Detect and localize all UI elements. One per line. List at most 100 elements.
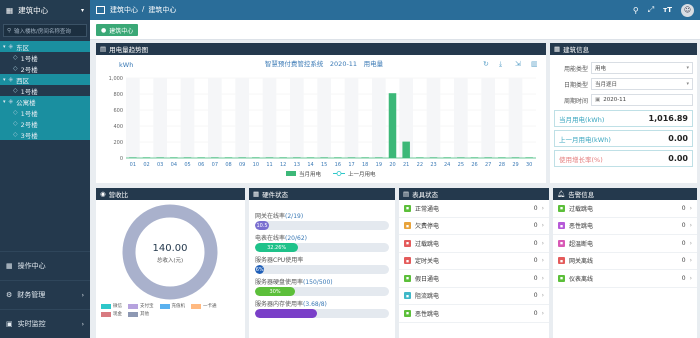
calendar-icon: ■ [404, 274, 411, 282]
legend-item[interactable]: 支付宝 [128, 303, 154, 309]
tab-label: 建筑中心 [109, 27, 134, 35]
status-item[interactable]: ■ 阻流跳电 0 › [399, 288, 549, 305]
status-item[interactable]: ■ 恶性跳电 0 › [399, 305, 549, 323]
building-tree: ▾ ◈ 东区 ◇ 1号楼 ◇ 2号楼 ▾ ◈ 西区 ◇ 1号楼 ▾ ◈ 公寓楼 ◇ 1号楼 ◇ 2号楼 ◇ 3号楼 [0, 41, 90, 140]
export-icon[interactable]: ⇲ [515, 60, 521, 68]
status-item[interactable]: ■ 定时关电 0 › [399, 253, 549, 270]
status-count: 0 [681, 222, 686, 230]
font-size-icon[interactable]: тT [663, 6, 672, 14]
revenue-ratio-panel: ◉ 营收比 140.00 总收入(元) 微信 支付宝 充值机 一卡通 现金 其他 [96, 188, 245, 338]
progress-bar: 30% [255, 287, 389, 296]
status-item[interactable]: ■ 过载跳电 0 › [399, 235, 549, 253]
period-time-value: 2020-11 [603, 97, 627, 103]
legend-swatch [159, 303, 170, 309]
status-label: 假日通电 [415, 275, 440, 283]
progress-fill: 6% [255, 265, 265, 274]
x-tick-label: 25 [458, 162, 464, 168]
legend-item[interactable]: 其他 [128, 311, 149, 317]
tab-building-center[interactable]: ● 建筑中心 [96, 24, 139, 36]
legend-item[interactable]: 充值机 [159, 303, 185, 309]
sidebar-header[interactable]: ▦ 建筑中心 ▾ [0, 0, 90, 20]
x-tick-label: 23 [430, 162, 436, 168]
status-item[interactable]: ■ 恶性跳电 0 › [553, 218, 697, 235]
hardware-name: 网关在线率 [255, 213, 286, 220]
tree-node[interactable]: ◇ 3号楼 [0, 129, 90, 140]
breadcrumb-item[interactable]: 建筑中心 [110, 5, 138, 15]
y-tick-label: 0 [120, 156, 123, 162]
folder-icon: ◈ [8, 43, 14, 50]
progress-bar: 32.26% [255, 243, 389, 252]
sidebar-menu-item[interactable]: ▣ 实时监控 › [0, 309, 90, 338]
period-time-row: 周期时间 ▣ 2020-11 [554, 93, 693, 107]
sidebar-menu-item[interactable]: ⚙ 财务管理 › [0, 280, 90, 309]
legend-item[interactable]: 现金 [101, 311, 122, 317]
overload-icon: ■ [558, 204, 565, 212]
legend-item[interactable]: 一卡通 [191, 303, 217, 309]
legend-item[interactable]: 微信 [101, 303, 122, 309]
status-item[interactable]: ■ 正常通电 0 › [399, 200, 549, 218]
refresh-icon[interactable]: ↻ [483, 60, 489, 68]
status-item[interactable]: ■ 过载跳电 0 › [553, 200, 697, 218]
chevron-right-icon: › [81, 291, 84, 299]
tree-node[interactable]: ◇ 2号楼 [0, 63, 90, 74]
bar [265, 157, 274, 158]
chevron-down-icon: ▾ [3, 43, 6, 50]
meter-icon: ■ [558, 274, 565, 282]
tree-node[interactable]: ◇ 1号楼 [0, 52, 90, 63]
column-band [317, 78, 331, 158]
stat-value: 0.00 [668, 134, 688, 143]
status-item[interactable]: ■ 网关离线 0 › [553, 253, 697, 270]
chart-toolbar-title: 智慧预付费管控系统 2020-11 用电量 [265, 59, 384, 68]
column-band [290, 78, 304, 158]
status-item[interactable]: ■ 仪表离线 0 › [553, 270, 697, 288]
grid-icon: ▦ [6, 262, 13, 270]
hardware-count: (3.68/8) [303, 301, 327, 308]
chevron-right-icon: › [541, 292, 544, 300]
tree-node[interactable]: ◇ 2号楼 [0, 118, 90, 129]
alarm-list: ■ 过载跳电 0 › ■ 恶性跳电 0 › ■ 超温断电 0 › ■ 网关离线 0 › ■ 仪表离线 0 › [553, 200, 697, 288]
status-label: 超温断电 [569, 240, 594, 248]
chevron-right-icon: › [541, 204, 544, 212]
chevron-right-icon: › [541, 309, 544, 317]
panel-title: 用电量趋势图 [109, 46, 149, 54]
yen-icon: ■ [404, 222, 411, 230]
status-label: 仪表离线 [569, 275, 594, 283]
status-item[interactable]: ■ 超温断电 0 › [553, 235, 697, 253]
menu-toggle-icon[interactable] [96, 6, 105, 14]
building-search-input[interactable]: ⚲ 输入楼栋/房间名称查询 [3, 24, 87, 37]
x-tick-label: 21 [403, 162, 409, 168]
column-band [262, 78, 277, 158]
bar [170, 157, 178, 158]
bar [197, 157, 205, 158]
fullscreen-icon[interactable]: ⤢ [648, 5, 654, 15]
sidebar-menu-item[interactable]: ▦ 操作中心 [0, 251, 90, 280]
progress-bar: 10.5 [255, 221, 389, 230]
x-tick-label: 05 [184, 162, 190, 168]
tree-node[interactable]: ◇ 1号楼 [0, 107, 90, 118]
status-item[interactable]: ■ 假日通电 0 › [399, 270, 549, 288]
sidebar-menu-label: 财务管理 [17, 291, 46, 299]
tree-node[interactable]: ▾ ◈ 东区 [0, 41, 90, 52]
hardware-item: 网关在线率(2/19) 10.5 [255, 211, 389, 230]
y-tick-label: 800 [113, 92, 123, 98]
status-item[interactable]: ■ 欠费停电 0 › [399, 218, 549, 235]
bar [429, 157, 438, 158]
tree-node[interactable]: ▾ ◈ 公寓楼 [0, 96, 90, 107]
search-icon[interactable]: ⚲ [633, 6, 639, 15]
building-icon: ▦ [6, 5, 14, 15]
legend-swatch [101, 303, 111, 309]
period-time-input[interactable]: ▣ 2020-11 [591, 94, 693, 106]
tree-node[interactable]: ▾ ◈ 西区 [0, 74, 90, 85]
x-tick-label: 17 [348, 162, 354, 168]
bar-chart-icon[interactable]: ▥ [531, 60, 538, 68]
tree-node-label: 1号楼 [20, 109, 38, 118]
bar [211, 157, 219, 158]
legend-label: 微信 [113, 304, 122, 309]
search-icon: ⚲ [7, 27, 12, 34]
download-icon[interactable]: ⤓ [499, 60, 502, 68]
avatar[interactable]: ☺ [681, 3, 694, 17]
tree-node[interactable]: ◇ 1号楼 [0, 85, 90, 96]
period-type-select[interactable]: 当月逐日 ▾ [591, 78, 693, 90]
progress-bar: 6% [255, 265, 389, 274]
energy-type-select[interactable]: 用电 ▾ [591, 62, 693, 74]
